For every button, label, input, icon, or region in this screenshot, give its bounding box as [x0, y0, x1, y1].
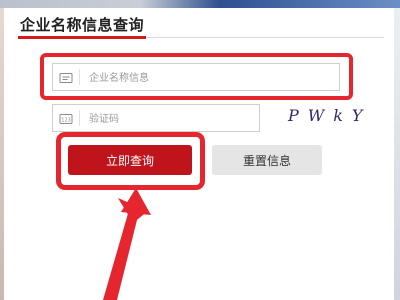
- captcha-image[interactable]: PWkY: [288, 106, 371, 125]
- page: 企业名称信息查询 123 PWkY 立即查询 重置信息: [0, 0, 400, 300]
- highlight-box-company-field: [40, 53, 353, 100]
- left-edge: [0, 8, 4, 300]
- arrow-shaft: [103, 210, 139, 300]
- reset-button[interactable]: 重置信息: [212, 145, 322, 175]
- captcha-icon: 123: [59, 111, 73, 125]
- field-separator: [79, 110, 80, 126]
- arrow-head: [118, 198, 148, 223]
- page-title: 企业名称信息查询: [20, 16, 145, 34]
- captcha-input[interactable]: [87, 105, 257, 133]
- title-underline: [18, 36, 146, 39]
- highlight-box-query-button: [56, 132, 205, 190]
- right-edge: [394, 8, 400, 300]
- top-banner-strip: [0, 0, 400, 8]
- arrow-tip: [121, 188, 151, 215]
- captcha-field[interactable]: 123: [52, 104, 260, 133]
- title-divider: [146, 37, 384, 38]
- svg-text:123: 123: [61, 118, 71, 124]
